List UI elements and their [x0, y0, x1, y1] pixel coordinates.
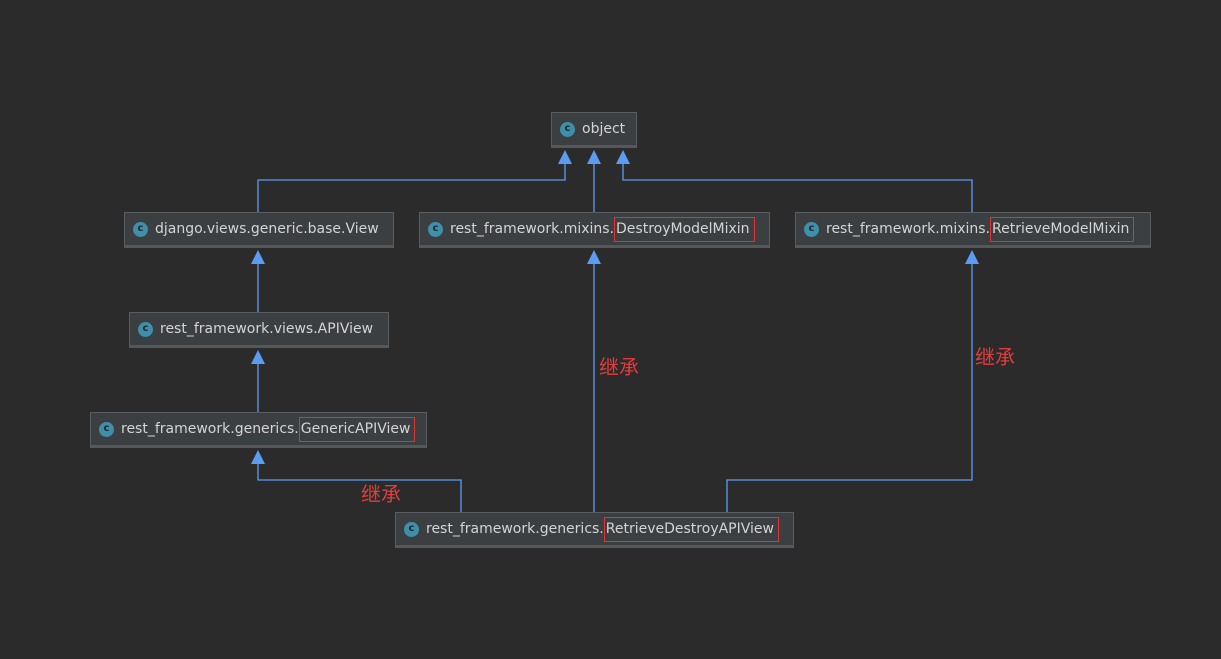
arrowhead-destroy	[587, 250, 601, 264]
class-icon: c	[404, 521, 419, 537]
node-label-prefix: rest_framework.generics.	[426, 521, 604, 537]
node-label: django.views.generic.base.View	[155, 221, 379, 237]
arrowhead-generic	[251, 450, 265, 464]
arrowhead-object-1	[558, 150, 572, 164]
node-django-view[interactable]: c django.views.generic.base.View	[124, 212, 394, 248]
arrowhead-apiview	[251, 350, 265, 364]
node-label: rest_framework.views.APIView	[160, 321, 374, 337]
node-generic-apiview[interactable]: c rest_framework.generics. GenericAPIView	[90, 412, 427, 448]
node-label: object	[582, 121, 626, 137]
node-retrieve-destroy-apiview[interactable]: c rest_framework.generics. RetrieveDestro…	[395, 512, 794, 548]
edge-rd-generic	[257, 464, 462, 512]
class-icon: c	[804, 221, 819, 237]
node-label-prefix: rest_framework.mixins.	[826, 221, 991, 237]
class-diagram: c object c django.views.generic.base.Vie…	[0, 0, 1221, 659]
highlighted-class-name: RetrieveModelMixin	[990, 216, 1135, 242]
highlighted-class-name: GenericAPIView	[298, 416, 416, 442]
annotation-inherit-right: 继承	[975, 345, 1015, 369]
node-destroy-model-mixin[interactable]: c rest_framework.mixins. DestroyModelMixi…	[419, 212, 770, 248]
class-icon: c	[560, 121, 575, 137]
node-label-prefix: rest_framework.generics.	[121, 421, 299, 437]
class-icon: c	[133, 221, 148, 237]
node-object[interactable]: c object	[551, 112, 637, 148]
annotation-inherit-left: 继承	[361, 482, 401, 506]
class-icon: c	[428, 221, 443, 237]
highlighted-class-name: DestroyModelMixin	[614, 216, 755, 242]
arrowhead-retrieve	[965, 250, 979, 264]
arrowhead-object-2	[587, 150, 601, 164]
arrowhead-object-3	[616, 150, 630, 164]
node-retrieve-model-mixin[interactable]: c rest_framework.mixins. RetrieveModelMix…	[795, 212, 1151, 248]
arrowhead-view	[251, 250, 265, 264]
node-label-prefix: rest_framework.mixins.	[450, 221, 615, 237]
annotation-inherit-middle: 继承	[599, 355, 639, 379]
edge-rd-retrieve	[726, 264, 973, 512]
edge-retrieve-object	[622, 164, 973, 212]
highlighted-class-name: RetrieveDestroyAPIView	[603, 516, 779, 542]
class-icon: c	[99, 421, 114, 437]
class-icon: c	[138, 321, 153, 337]
node-apiview[interactable]: c rest_framework.views.APIView	[129, 312, 389, 348]
edge-view-object	[257, 164, 566, 212]
